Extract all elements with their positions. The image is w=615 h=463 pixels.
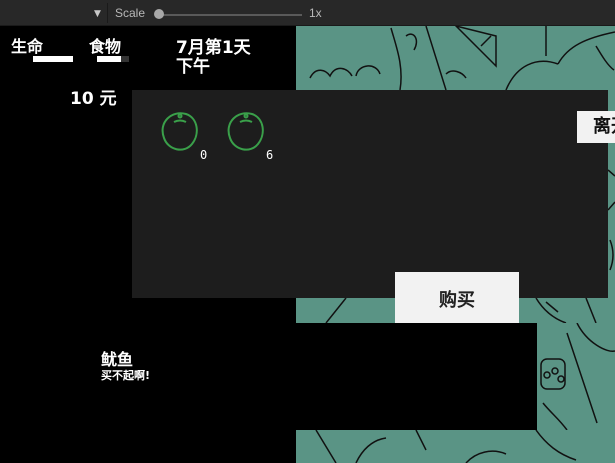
dialog-panel [0,323,537,430]
item-count: 6 [266,148,274,162]
scene-background-top [296,26,615,90]
scale-label: Scale [115,6,146,20]
date-day: 7月第1天 [176,38,251,58]
food-label: 食物 [89,37,122,56]
leave-button[interactable]: 离开 [577,111,615,143]
date-display: 7月第1天 下午 [176,39,251,77]
lime-fruit-icon [227,112,264,151]
scale-value: 1x [309,6,322,20]
life-label: 生命 [11,37,44,56]
buy-button[interactable]: 购买 [395,272,519,325]
shop-item-2[interactable]: 6 [222,108,282,164]
food-bar [97,56,121,62]
scene-sketch-bottom-right [540,323,615,430]
date-time-of-day: 下午 [176,57,210,77]
scene-view-toolbar: ▼ Scale 1x [0,0,615,26]
scale-slider-handle[interactable] [154,9,164,19]
scene-background-bottom [296,430,615,463]
scene-sketch-bottom [315,430,577,463]
life-bar [33,56,73,62]
money-display: 10 元 [70,89,117,109]
triangle-down-icon[interactable]: ▼ [94,9,101,19]
scene-background-bottom-right [537,323,615,430]
toolbar-divider [107,3,108,23]
dialog-text: 买不起啊! [101,369,151,382]
scene-sketch-top [309,26,615,90]
scale-slider-track[interactable] [158,14,302,16]
lime-fruit-icon [161,112,198,151]
shop-item-1[interactable]: 0 [156,108,216,164]
shop-panel: 0 6 [132,90,608,298]
item-count: 0 [200,148,208,162]
